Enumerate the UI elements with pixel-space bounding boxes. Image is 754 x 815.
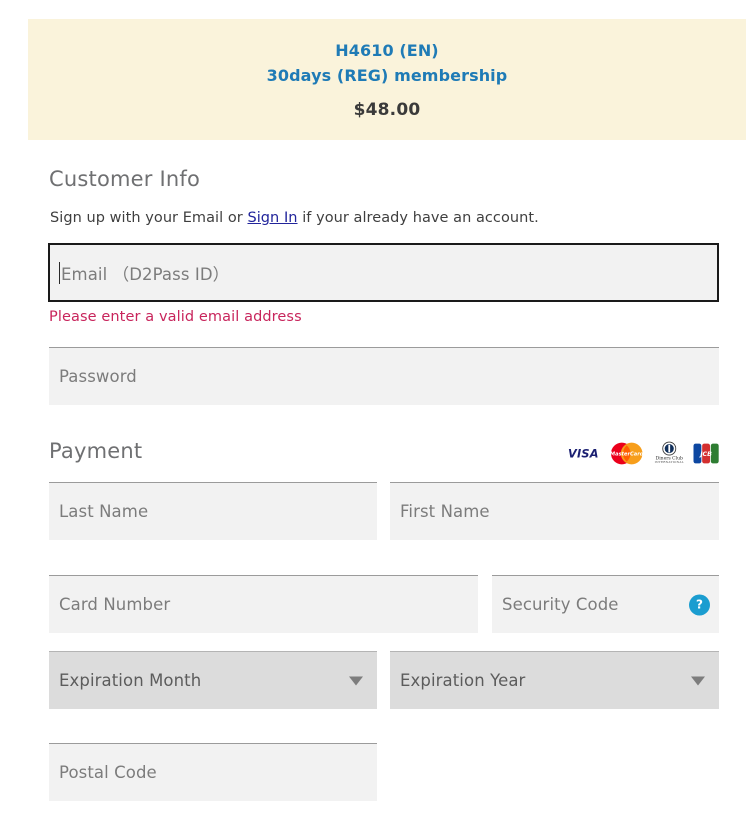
customer-info-heading: Customer Info — [49, 167, 201, 191]
sign-in-link[interactable]: Sign In — [247, 210, 297, 226]
card-number-input[interactable]: Card Number — [49, 575, 478, 633]
expiration-year-placeholder: Expiration Year — [400, 671, 526, 690]
product-code: H4610 (EN) — [335, 41, 439, 60]
security-code-input[interactable]: Security Code ? — [492, 575, 719, 633]
jcb-icon: JCB — [693, 443, 720, 463]
signup-text-after: if your already have an account. — [297, 210, 539, 226]
expiration-month-placeholder: Expiration Month — [59, 671, 202, 690]
svg-text:MasterCard: MasterCard — [611, 451, 645, 457]
card-number-placeholder: Card Number — [59, 595, 171, 614]
checkout-page: H4610 (EN) 30days (REG) membership $48.0… — [0, 0, 754, 815]
email-error-message: Please enter a valid email address — [49, 309, 302, 325]
product-name: 30days (REG) membership — [266, 66, 508, 85]
postal-code-placeholder: Postal Code — [59, 763, 157, 782]
svg-text:JCB: JCB — [699, 450, 713, 457]
product-price: $48.00 — [353, 100, 421, 120]
diners-club-icon: Diners Club INTERNATIONAL — [655, 441, 684, 464]
first-name-input[interactable]: First Name — [390, 482, 719, 540]
mastercard-icon: MasterCard — [611, 442, 645, 464]
last-name-placeholder: Last Name — [59, 502, 149, 521]
payment-heading: Payment — [49, 439, 143, 463]
chevron-down-icon — [349, 676, 363, 685]
password-input[interactable]: Password — [49, 347, 719, 405]
accepted-card-logos: VISA MasterCard Diners Club INTERNATIONA… — [568, 440, 720, 466]
email-input[interactable]: Email （D2Pass ID） — [48, 243, 719, 302]
chevron-down-icon — [691, 676, 705, 685]
email-placeholder: Email （D2Pass ID） — [61, 264, 230, 284]
postal-code-input[interactable]: Postal Code — [49, 743, 377, 801]
svg-text:INTERNATIONAL: INTERNATIONAL — [655, 460, 684, 464]
product-summary-banner: H4610 (EN) 30days (REG) membership $48.0… — [28, 19, 746, 140]
help-icon[interactable]: ? — [689, 594, 710, 615]
signup-text-before: Sign up with your Email or — [50, 210, 248, 226]
expiration-month-select[interactable]: Expiration Month — [49, 651, 377, 709]
last-name-input[interactable]: Last Name — [49, 482, 377, 540]
text-caret — [59, 261, 60, 284]
first-name-placeholder: First Name — [400, 502, 490, 521]
expiration-year-select[interactable]: Expiration Year — [390, 651, 719, 709]
security-code-placeholder: Security Code — [502, 595, 619, 614]
signup-helper-text: Sign up with your Email or Sign In if yo… — [50, 210, 539, 226]
visa-icon: VISA — [568, 447, 599, 459]
svg-text:VISA: VISA — [568, 447, 599, 459]
password-placeholder: Password — [59, 367, 137, 386]
